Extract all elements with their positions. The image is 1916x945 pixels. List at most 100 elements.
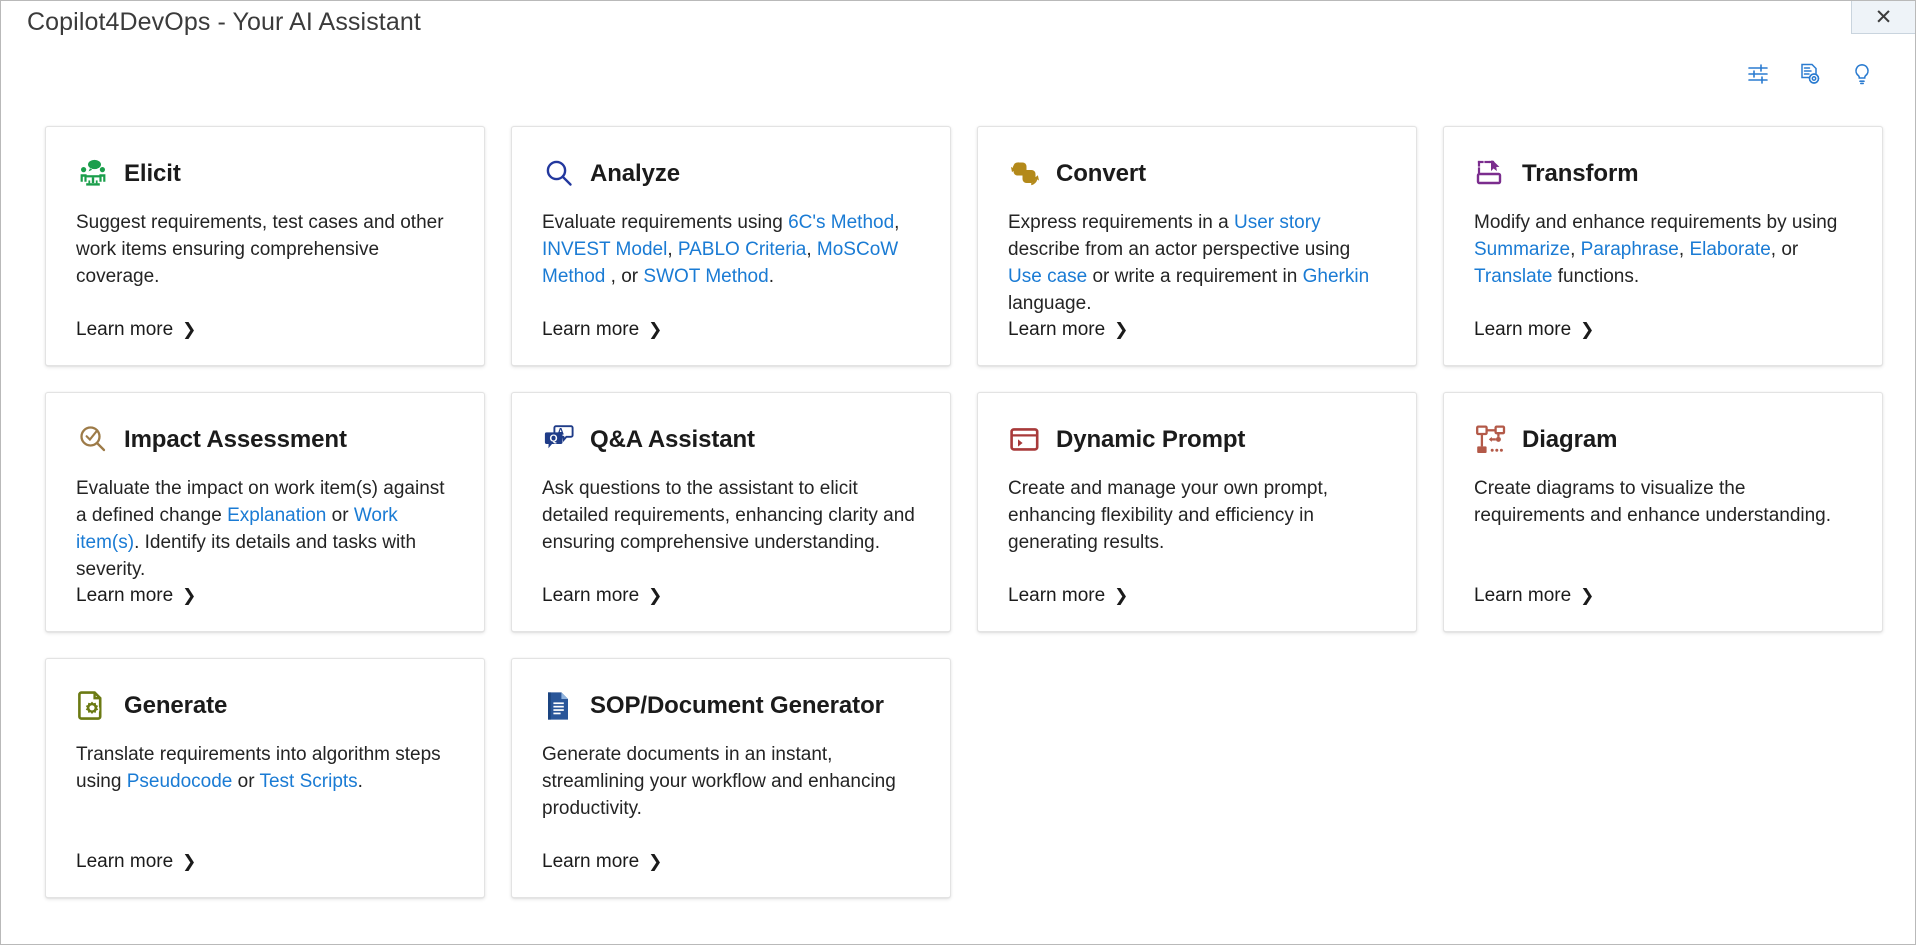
card-text: , — [806, 239, 817, 260]
learn-more-link[interactable]: Learn more ❯ — [542, 585, 662, 607]
card-link[interactable]: Pseudocode — [127, 771, 233, 792]
feature-card-transform[interactable]: Transform Modify and enhance requirements… — [1443, 126, 1883, 366]
feature-card-dynamic-prompt[interactable]: Dynamic Prompt Create and manage your own… — [977, 392, 1417, 632]
svg-text:Q: Q — [550, 434, 558, 445]
card-title: SOP/Document Generator — [590, 692, 884, 719]
document-gear-icon — [76, 689, 110, 723]
card-text: , or — [605, 266, 644, 287]
chevron-right-icon: ❯ — [648, 319, 663, 340]
feature-card-analyze[interactable]: Analyze Evaluate requirements using 6C's … — [511, 126, 951, 366]
card-link[interactable]: PABLO Criteria — [678, 239, 806, 260]
learn-more-link[interactable]: Learn more ❯ — [1474, 585, 1594, 607]
card-description: Translate requirements into algorithm st… — [76, 741, 454, 795]
learn-more-label: Learn more — [1474, 585, 1572, 606]
card-text: . — [768, 266, 774, 287]
card-link[interactable]: 6C's Method — [788, 212, 894, 233]
learn-more-label: Learn more — [76, 585, 174, 606]
card-text: Express requirements in a — [1008, 212, 1234, 233]
chevron-right-icon: ❯ — [182, 585, 197, 606]
card-link[interactable]: Gherkin — [1303, 266, 1370, 287]
card-description: Suggest requirements, test cases and oth… — [76, 209, 454, 290]
learn-more-link[interactable]: Learn more ❯ — [76, 851, 196, 873]
card-description: Generate documents in an instant, stream… — [542, 741, 920, 822]
card-link[interactable]: Explanation — [227, 505, 326, 526]
feature-card-impact-assessment[interactable]: Impact Assessment Evaluate the impact on … — [45, 392, 485, 632]
learn-more-label: Learn more — [542, 851, 640, 872]
card-description: Create diagrams to visualize the require… — [1474, 475, 1852, 529]
learn-more-label: Learn more — [76, 319, 174, 340]
chevron-right-icon: ❯ — [1114, 585, 1129, 606]
card-text: , — [1678, 239, 1690, 260]
learn-more-link[interactable]: Learn more ❯ — [1474, 319, 1594, 341]
learn-more-label: Learn more — [76, 851, 174, 872]
card-text: , — [1570, 239, 1581, 260]
card-header: Diagram — [1474, 419, 1852, 461]
card-header: Analyze — [542, 153, 920, 195]
feature-card-sop-document-generator[interactable]: SOP/Document Generator Generate documents… — [511, 658, 951, 898]
learn-more-label: Learn more — [542, 585, 640, 606]
learn-more-link[interactable]: Learn more ❯ — [542, 319, 662, 341]
card-link[interactable]: Use case — [1008, 266, 1087, 287]
document-lines-icon — [542, 689, 576, 723]
close-button[interactable]: ✕ — [1851, 1, 1915, 34]
app-window: Copilot4DevOps - Your AI Assistant ✕ Eli… — [0, 0, 1916, 945]
document-settings-icon[interactable] — [1797, 61, 1823, 87]
card-text: functions. — [1552, 266, 1640, 287]
settings-sliders-icon[interactable] — [1745, 61, 1771, 87]
card-link[interactable]: SWOT Method — [643, 266, 768, 287]
card-title: Q&A Assistant — [590, 426, 755, 453]
card-link[interactable]: INVEST Model — [542, 239, 667, 260]
card-description: Modify and enhance requirements by using… — [1474, 209, 1852, 290]
learn-more-link[interactable]: Learn more ❯ — [1008, 319, 1128, 341]
magnifier-icon — [542, 157, 576, 191]
card-text: Suggest requirements, test cases and oth… — [76, 212, 444, 287]
people-meeting-icon — [76, 157, 110, 191]
card-title: Elicit — [124, 160, 181, 187]
feature-card-elicit[interactable]: Elicit Suggest requirements, test cases a… — [45, 126, 485, 366]
card-link[interactable]: Paraphrase — [1581, 239, 1679, 260]
card-description: Express requirements in a User story des… — [1008, 209, 1386, 317]
chevron-right-icon: ❯ — [1580, 319, 1595, 340]
chevron-right-icon: ❯ — [648, 585, 663, 606]
page-title: Copilot4DevOps - Your AI Assistant — [27, 8, 421, 36]
title-bar: Copilot4DevOps - Your AI Assistant ✕ — [1, 1, 1915, 47]
card-header: SOP/Document Generator — [542, 685, 920, 727]
card-description: Evaluate requirements using 6C's Method,… — [542, 209, 920, 290]
feature-card-diagram[interactable]: Diagram Create diagrams to visualize the … — [1443, 392, 1883, 632]
card-link[interactable]: Summarize — [1474, 239, 1570, 260]
card-text: , or — [1770, 239, 1799, 260]
card-title: Analyze — [590, 160, 681, 187]
feature-card-qa-assistant[interactable]: A Q Q&A Assistant Ask questions to the as… — [511, 392, 951, 632]
card-text: , — [667, 239, 678, 260]
card-header: Transform — [1474, 153, 1852, 195]
flowchart-icon — [1474, 423, 1508, 457]
card-text: , — [894, 212, 900, 233]
chevron-right-icon: ❯ — [1580, 585, 1595, 606]
card-title: Generate — [124, 692, 228, 719]
card-text: Ask questions to the assistant to elicit… — [542, 478, 915, 553]
learn-more-label: Learn more — [1008, 585, 1106, 606]
chevron-right-icon: ❯ — [648, 851, 663, 872]
lightbulb-icon[interactable] — [1849, 61, 1875, 87]
chevron-right-icon: ❯ — [182, 851, 197, 872]
learn-more-link[interactable]: Learn more ❯ — [76, 585, 196, 607]
learn-more-label: Learn more — [1474, 319, 1572, 340]
learn-more-link[interactable]: Learn more ❯ — [76, 319, 196, 341]
card-header: Impact Assessment — [76, 419, 454, 461]
card-link[interactable]: User story — [1234, 212, 1321, 233]
feature-card-convert[interactable]: Convert Express requirements in a User st… — [977, 126, 1417, 366]
card-link[interactable]: Test Scripts — [259, 771, 357, 792]
card-text: . — [357, 771, 363, 792]
card-header: Dynamic Prompt — [1008, 419, 1386, 461]
feature-card-generate[interactable]: Generate Translate requirements into algo… — [45, 658, 485, 898]
learn-more-link[interactable]: Learn more ❯ — [542, 851, 662, 873]
card-title: Dynamic Prompt — [1056, 426, 1246, 453]
transform-icon — [1474, 157, 1508, 191]
card-link[interactable]: Elaborate — [1689, 239, 1770, 260]
card-link[interactable]: Translate — [1474, 266, 1553, 287]
card-description: Create and manage your own prompt, enhan… — [1008, 475, 1386, 556]
card-text: Generate documents in an instant, stream… — [542, 744, 896, 819]
convert-arrows-icon — [1008, 157, 1042, 191]
learn-more-link[interactable]: Learn more ❯ — [1008, 585, 1128, 607]
card-text: or write a requirement in — [1087, 266, 1303, 287]
